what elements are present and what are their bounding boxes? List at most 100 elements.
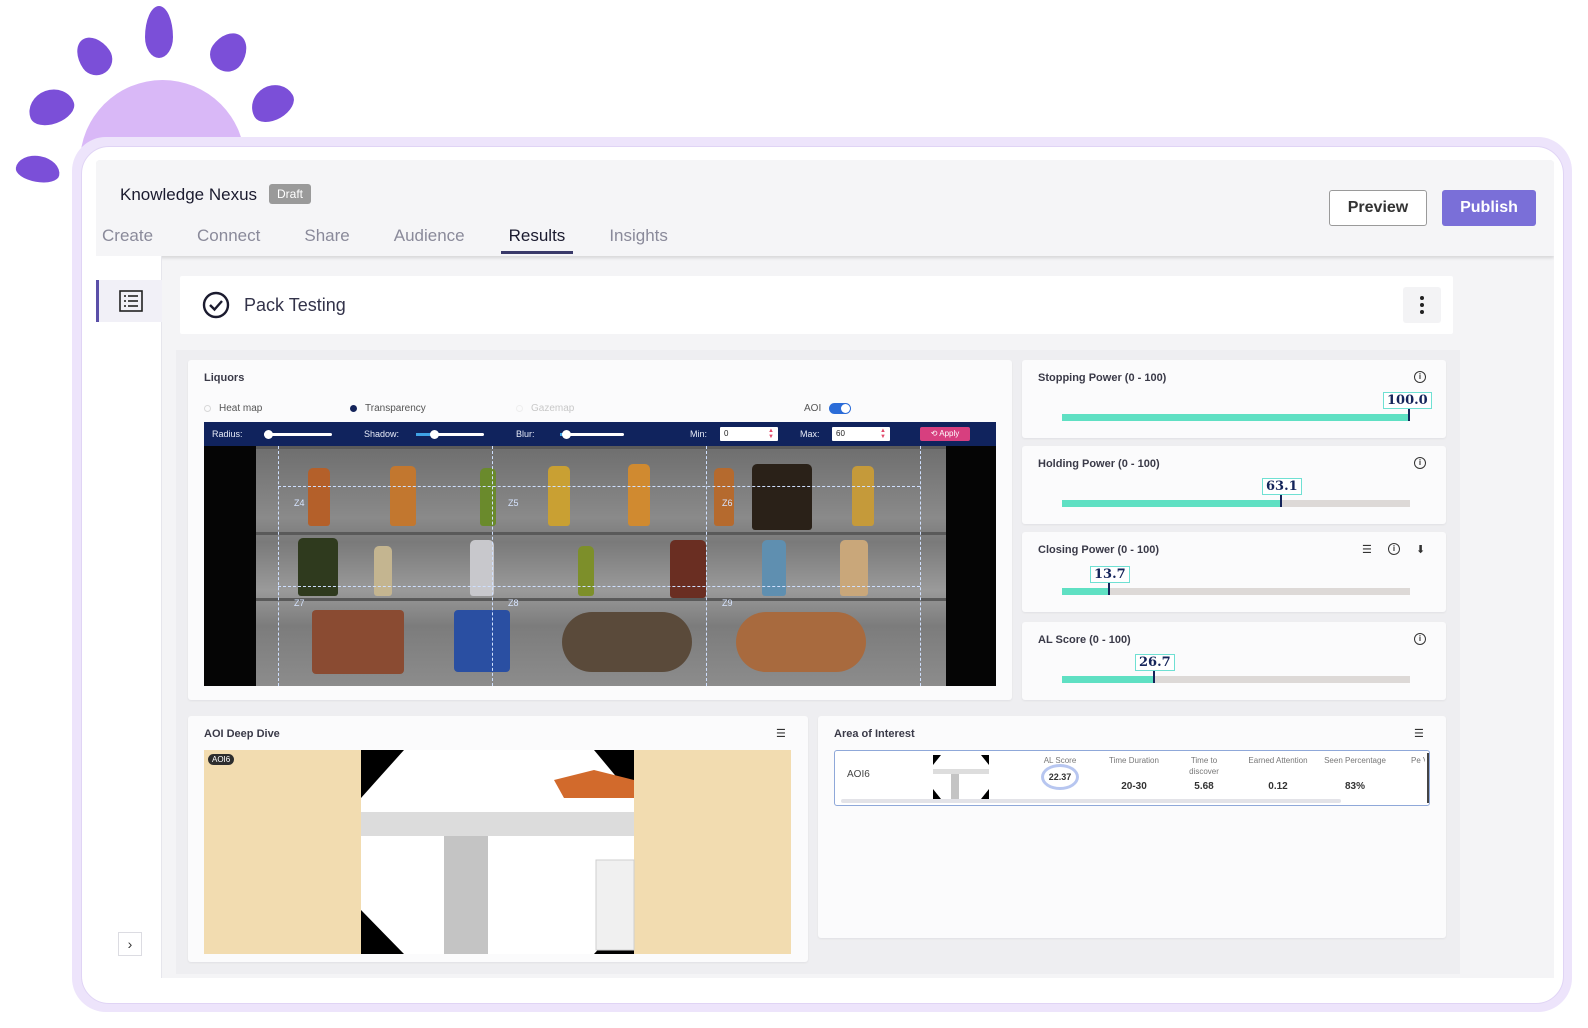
zone-divider <box>278 446 279 686</box>
metric-card-holding-power: Holding Power (0 - 100) i 63.1 <box>1022 446 1446 524</box>
liquors-card: Liquors Heat map Transparency Gazemap AO… <box>188 360 1012 700</box>
col-seen-percentage: Seen Percentage <box>1324 756 1386 765</box>
horizontal-scrollbar[interactable] <box>841 799 1341 803</box>
radio-icon <box>516 405 523 412</box>
info-icon[interactable]: i <box>1414 633 1426 645</box>
bottle-image <box>852 466 874 526</box>
slider-knob[interactable] <box>430 430 439 439</box>
seen-percentage-value: 83% <box>1344 781 1365 792</box>
more-options-button[interactable] <box>1403 287 1441 323</box>
zone-label: Z7 <box>294 598 305 608</box>
slider-knob[interactable] <box>264 430 273 439</box>
radio-icon <box>204 405 211 412</box>
zone-label: Z8 <box>508 598 519 608</box>
chevron-right-icon: › <box>127 936 133 952</box>
radio-selected-icon <box>350 405 357 412</box>
shelf-heatmap-image: Z4 Z5 Z6 Z7 Z8 Z9 <box>204 446 996 686</box>
sidebar-item-list[interactable] <box>96 280 162 322</box>
tab-audience[interactable]: Audience <box>394 226 465 254</box>
min-input[interactable]: 0 ▲ ▼ <box>720 427 778 441</box>
aoi-toggle-group: AOI <box>804 403 852 414</box>
zone-divider <box>278 586 920 587</box>
page-header: Pack Testing <box>180 276 1453 334</box>
slider-knob[interactable] <box>562 430 571 439</box>
liquors-title: Liquors <box>204 372 245 384</box>
metric-title: Holding Power (0 - 100) <box>1038 458 1160 470</box>
radius-label: Radius: <box>212 429 243 439</box>
kebab-dot-icon <box>1420 310 1424 314</box>
bottle-image <box>308 468 330 526</box>
col-time-duration: Time Duration <box>1109 756 1159 765</box>
info-icon[interactable]: i <box>1414 371 1426 383</box>
aoi-deep-dive-title: AOI Deep Dive <box>204 728 280 740</box>
notes-icon[interactable]: ☰ <box>776 727 786 740</box>
metric-value: 13.7 <box>1090 566 1130 583</box>
metric-marker <box>1280 494 1282 507</box>
aoi-tag: AOI6 <box>208 754 235 765</box>
publish-button[interactable]: Publish <box>1442 190 1536 226</box>
notes-icon[interactable]: ☰ <box>1362 543 1372 556</box>
info-icon[interactable]: i <box>1388 543 1400 555</box>
metric-value: 100.0 <box>1383 392 1432 409</box>
option-heat-map[interactable]: Heat map <box>204 403 262 414</box>
notes-icon[interactable]: ☰ <box>1414 727 1424 740</box>
stepper-icon[interactable]: ▲ ▼ <box>880 428 886 440</box>
tab-share[interactable]: Share <box>304 226 349 254</box>
app-window: Knowledge Nexus Draft Create Connect Sha… <box>96 160 1554 978</box>
option-transparency[interactable]: Transparency <box>350 403 426 414</box>
preview-button[interactable]: Preview <box>1329 190 1427 226</box>
apply-button[interactable]: ⟲ Apply <box>920 427 970 441</box>
area-of-interest-title: Area of Interest <box>834 728 915 740</box>
zone-label: Z9 <box>722 598 733 608</box>
download-icon[interactable]: ⬇ <box>1416 543 1425 556</box>
sidebar: › <box>96 256 162 978</box>
metric-bar-fill <box>1062 500 1282 507</box>
app-header: Knowledge Nexus Draft Create Connect Sha… <box>96 160 1554 256</box>
refresh-icon: ⟲ <box>930 429 938 438</box>
option-label: Heat map <box>219 403 263 414</box>
bottle-image <box>470 540 494 596</box>
bottle-image <box>752 464 812 530</box>
shadow-slider[interactable] <box>416 430 484 439</box>
decorative-petal <box>14 152 62 186</box>
aoi-label: AOI <box>804 403 822 414</box>
check-circle-icon <box>202 291 230 319</box>
col-time-to-discover: Time to discover <box>1189 756 1219 776</box>
kebab-dot-icon <box>1420 296 1424 300</box>
aoi-row-label: AOI6 <box>847 769 870 780</box>
zone-divider <box>706 446 707 686</box>
metric-title: Closing Power (0 - 100) <box>1038 544 1160 556</box>
aoi-zoom-image: AOI6 <box>204 750 791 954</box>
max-input[interactable]: 60 ▲ ▼ <box>832 427 890 441</box>
stepper-icon[interactable]: ▲ ▼ <box>768 428 774 440</box>
option-gazemap[interactable]: Gazemap <box>516 403 574 414</box>
food-image <box>312 610 404 674</box>
page-title: Pack Testing <box>244 295 346 315</box>
tab-results[interactable]: Results <box>500 226 574 254</box>
al-score-ring: 22.37 <box>1041 764 1079 790</box>
sidebar-expand-button[interactable]: › <box>118 932 142 956</box>
bottle-image <box>374 546 392 596</box>
tab-connect[interactable]: Connect <box>197 226 260 254</box>
metric-bar-fill <box>1062 414 1410 421</box>
shelf-edge <box>256 598 946 601</box>
radius-slider[interactable] <box>264 430 332 439</box>
bottle-image <box>298 538 338 596</box>
food-image <box>736 612 866 672</box>
bottle-image <box>762 540 786 596</box>
bottle-image <box>578 546 594 596</box>
zone-divider <box>492 446 493 686</box>
blur-slider[interactable] <box>560 430 624 439</box>
earned-attention-value: 0.12 <box>1268 781 1288 792</box>
tab-insights[interactable]: Insights <box>609 226 668 254</box>
tab-create[interactable]: Create <box>102 226 153 254</box>
aoi-toggle[interactable] <box>829 403 852 414</box>
bottle-image <box>480 468 496 526</box>
max-value: 60 <box>836 429 845 438</box>
metric-card-al-score: AL Score (0 - 100) i 26.7 <box>1022 622 1446 700</box>
info-icon[interactable]: i <box>1414 457 1426 469</box>
vertical-scrollbar[interactable] <box>1427 753 1429 803</box>
min-value: 0 <box>724 429 729 438</box>
metric-bar <box>1062 494 1410 507</box>
aoi-table-row[interactable]: AOI6 AL Score 22.37 Time Duration 20-30 … <box>834 750 1430 806</box>
